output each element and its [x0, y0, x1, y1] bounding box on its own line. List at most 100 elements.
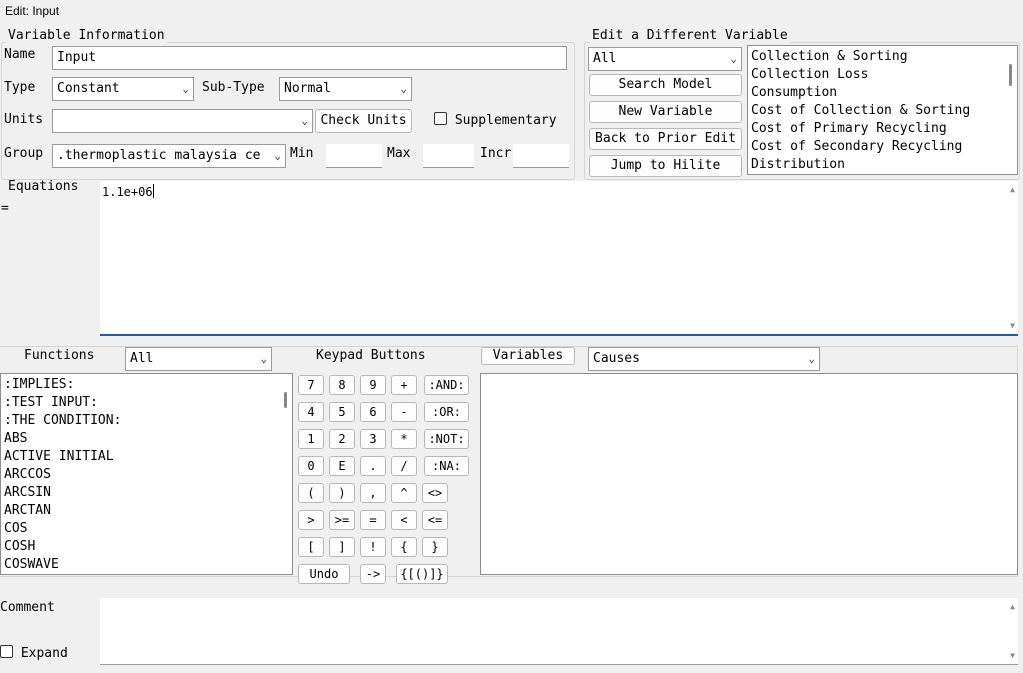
incr-input[interactable] [513, 144, 569, 168]
key-0[interactable]: 0 [298, 456, 324, 476]
expand-checkbox-box[interactable] [0, 645, 13, 658]
list-item[interactable]: Cost of Secondary Recycling [748, 138, 1017, 156]
list-item[interactable]: COS [1, 520, 292, 538]
max-input[interactable] [423, 144, 474, 168]
key-close-paren[interactable]: ) [329, 483, 355, 503]
scrollbar-thumb[interactable] [1009, 64, 1012, 86]
variable-filter-select[interactable]: All ⌄ [588, 47, 742, 71]
subtype-select[interactable]: Normal ⌄ [279, 77, 412, 101]
supplementary-label: Supplementary [454, 113, 557, 128]
key-brackets[interactable]: {[()]} [396, 564, 448, 584]
name-input[interactable]: Input [52, 46, 567, 70]
key-open-bracket[interactable]: [ [298, 537, 324, 557]
key-not-equal[interactable]: <> [422, 483, 448, 503]
key-8[interactable]: 8 [329, 375, 355, 395]
list-item[interactable]: ARCCOS [1, 466, 292, 484]
causes-select[interactable]: Causes ⌄ [588, 347, 820, 371]
key-caret[interactable]: ^ [391, 483, 417, 503]
supplementary-checkbox-box[interactable] [434, 112, 447, 125]
equation-editor[interactable]: 1.1e+06 ▲ ▼ [100, 181, 1018, 336]
scroll-down-icon[interactable]: ▼ [1010, 651, 1015, 660]
comment-editor[interactable]: ▲ ▼ [100, 598, 1018, 665]
chevron-down-icon: ⌄ [730, 52, 737, 65]
list-item[interactable]: :THE CONDITION: [1, 412, 292, 430]
min-input[interactable] [326, 144, 382, 168]
chevron-down-icon: ⌄ [260, 352, 267, 365]
key-divide[interactable]: / [391, 456, 417, 476]
units-label: Units [4, 112, 44, 127]
units-select[interactable]: ⌄ [52, 109, 313, 133]
text-cursor [152, 184, 154, 198]
scroll-up-icon[interactable]: ▲ [1010, 185, 1015, 194]
key-minus[interactable]: - [391, 402, 417, 422]
expand-checkbox[interactable]: Expand [0, 645, 68, 661]
equals-sign: = [1, 201, 9, 216]
key-1[interactable]: 1 [298, 429, 324, 449]
key-and[interactable]: :AND: [424, 375, 469, 395]
key-or[interactable]: :OR: [424, 402, 469, 422]
list-item[interactable]: ARCTAN [1, 502, 292, 520]
key-3[interactable]: 3 [360, 429, 386, 449]
key-greater-equal[interactable]: >= [329, 510, 355, 530]
list-item[interactable]: ARCSIN [1, 484, 292, 502]
key-comma[interactable]: , [360, 483, 386, 503]
jump-to-hilite-button[interactable]: Jump to Hilite [589, 155, 742, 177]
list-item[interactable]: Cost of Collection & Sorting [748, 102, 1017, 120]
type-select[interactable]: Constant ⌄ [52, 77, 194, 101]
variable-list-scrollbar[interactable] [1003, 46, 1017, 174]
key-less[interactable]: < [391, 510, 417, 530]
scrollbar-thumb[interactable] [284, 392, 287, 408]
key-arrow[interactable]: -> [360, 564, 386, 584]
key-e[interactable]: E [329, 456, 355, 476]
list-item[interactable]: :TEST INPUT: [1, 394, 292, 412]
key-5[interactable]: 5 [329, 402, 355, 422]
functions-list[interactable]: :IMPLIES: :TEST INPUT: :THE CONDITION: A… [0, 373, 293, 575]
scroll-down-icon[interactable]: ▼ [1010, 321, 1015, 330]
functions-list-scrollbar[interactable] [278, 374, 292, 574]
key-greater[interactable]: > [298, 510, 324, 530]
key-equal[interactable]: = [360, 510, 386, 530]
key-plus[interactable]: + [391, 375, 417, 395]
key-na[interactable]: :NA: [424, 456, 469, 476]
new-variable-button[interactable]: New Variable [589, 101, 742, 123]
key-not[interactable]: :NOT: [424, 429, 469, 449]
causes-list[interactable] [480, 373, 1018, 575]
functions-filter-value: All [130, 351, 154, 366]
list-item[interactable]: Distribution [748, 156, 1017, 174]
functions-filter-select[interactable]: All ⌄ [125, 347, 272, 371]
key-open-paren[interactable]: ( [298, 483, 324, 503]
supplementary-checkbox[interactable]: Supplementary [434, 112, 557, 128]
list-item[interactable]: Collection Loss [748, 66, 1017, 84]
group-select[interactable]: .thermoplastic malaysia ce ⌄ [52, 144, 286, 168]
key-close-brace[interactable]: } [422, 537, 448, 557]
key-7[interactable]: 7 [298, 375, 324, 395]
subtype-select-value: Normal [284, 81, 331, 96]
key-4[interactable]: 4 [298, 402, 324, 422]
comment-label: Comment [0, 600, 55, 615]
list-item[interactable]: Collection & Sorting [748, 48, 1017, 66]
key-close-bracket[interactable]: ] [329, 537, 355, 557]
scroll-up-icon[interactable]: ▲ [1010, 602, 1015, 611]
list-item[interactable]: :IMPLIES: [1, 376, 292, 394]
key-dot[interactable]: . [360, 456, 386, 476]
check-units-button[interactable]: Check Units [315, 109, 412, 133]
key-9[interactable]: 9 [360, 375, 386, 395]
key-less-equal[interactable]: <= [422, 510, 448, 530]
undo-button[interactable]: Undo [298, 564, 350, 584]
list-item[interactable]: COSWAVE [1, 556, 292, 574]
list-item[interactable]: COSH [1, 538, 292, 556]
list-item[interactable]: Consumption [748, 84, 1017, 102]
key-multiply[interactable]: * [391, 429, 417, 449]
list-item[interactable]: ABS [1, 430, 292, 448]
key-open-brace[interactable]: { [391, 537, 417, 557]
key-2[interactable]: 2 [329, 429, 355, 449]
variable-list[interactable]: Collection & Sorting Collection Loss Con… [747, 45, 1018, 175]
variables-button[interactable]: Variables [481, 347, 575, 365]
list-item[interactable]: ACTIVE INITIAL [1, 448, 292, 466]
key-6[interactable]: 6 [360, 402, 386, 422]
equation-text: 1.1e+06 [102, 184, 154, 199]
back-to-prior-edit-button[interactable]: Back to Prior Edit [589, 128, 742, 150]
list-item[interactable]: Cost of Primary Recycling [748, 120, 1017, 138]
search-model-button[interactable]: Search Model [589, 74, 742, 96]
key-exclamation[interactable]: ! [360, 537, 386, 557]
